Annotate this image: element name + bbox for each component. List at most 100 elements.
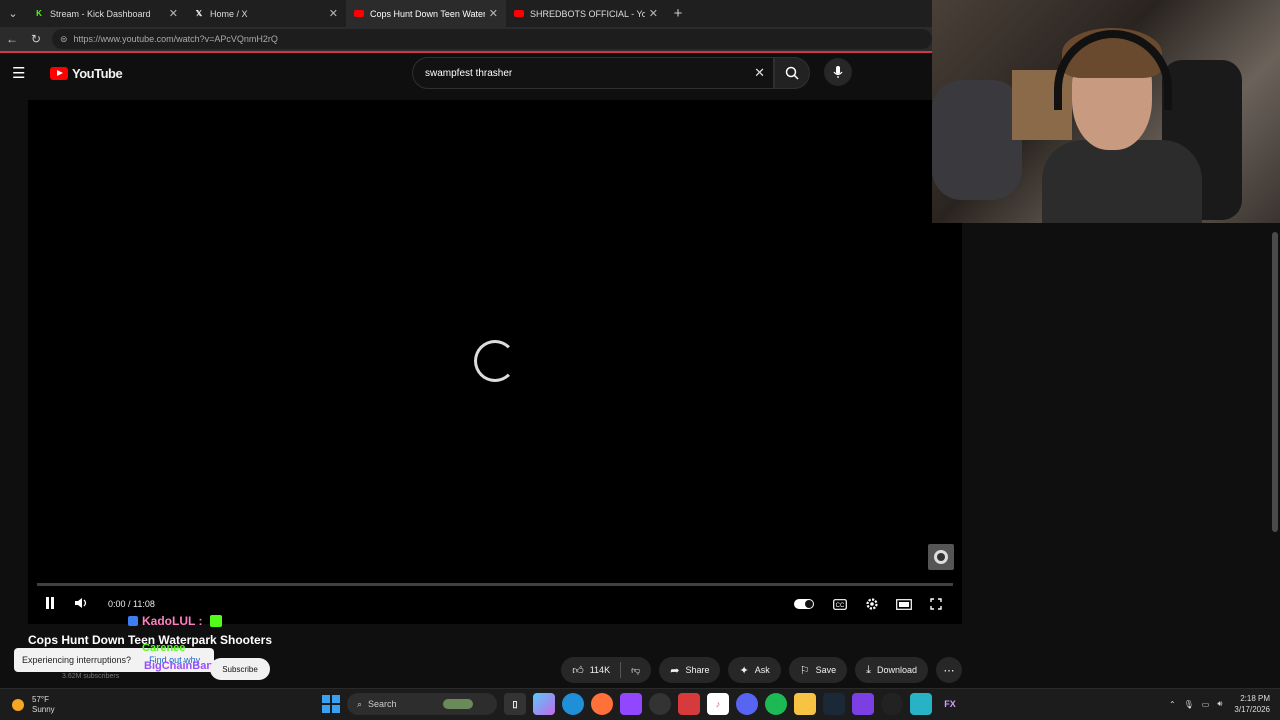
system-clock[interactable]: 2:18 PM 3/17/2026 — [1234, 693, 1270, 715]
tab-youtube-video[interactable]: Cops Hunt Down Teen Waterpark ✕ — [346, 0, 506, 27]
edge-browser-icon[interactable] — [562, 693, 584, 715]
settings-button[interactable] — [856, 597, 888, 611]
file-explorer-icon[interactable] — [794, 693, 816, 715]
close-icon[interactable]: ✕ — [329, 7, 338, 20]
tab-shredbots[interactable]: SHREDBOTS OFFICIAL - YouTube ✕ — [506, 0, 666, 27]
search-input[interactable]: swampfest thrasher ✕ — [412, 57, 774, 89]
close-icon[interactable]: ✕ — [169, 7, 178, 20]
tab-list-button[interactable]: ⌄ — [0, 0, 26, 27]
chat-username: Carenee — [142, 642, 186, 654]
youtube-play-icon — [50, 66, 68, 80]
pause-button[interactable] — [34, 596, 66, 612]
tab-title: Home / X — [210, 8, 248, 19]
subscribe-button[interactable]: Subscribe — [210, 658, 270, 680]
save-label: Save — [815, 665, 837, 675]
thumbs-down-icon[interactable]: 👎︎ — [631, 665, 640, 676]
weather-temp: 57°F — [32, 694, 49, 704]
kick-icon: K — [36, 9, 42, 18]
windows-start-icon[interactable] — [322, 695, 340, 713]
video-actions: 👍︎ 114K 👎︎ ➦ Share ✦ Ask ⚐ Save ⤓ Downlo… — [561, 657, 962, 683]
taskbar: 57°F Sunny ⌕ Search ▯ ♪ FX ⌃ 🎙︎ ▭ 🔊︎ 2:1… — [0, 688, 1280, 720]
search-icon: ⌕ — [357, 698, 363, 709]
microphone-icon[interactable]: 🎙︎ — [1184, 700, 1194, 709]
youtube-icon — [354, 10, 364, 17]
tab-kick-dashboard[interactable]: K Stream - Kick Dashboard ✕ — [26, 0, 186, 27]
audio-app-icon[interactable] — [881, 693, 903, 715]
streamer-shirt — [1042, 140, 1202, 223]
download-icon: ⤓ — [866, 663, 871, 676]
notice-text: Experiencing interruptions? — [22, 655, 132, 665]
webcam-background — [932, 80, 1022, 200]
scrollbar-thumb[interactable] — [1272, 232, 1278, 532]
spotify-icon[interactable] — [765, 693, 787, 715]
media-app-icon[interactable] — [678, 693, 700, 715]
close-icon[interactable]: ✕ — [489, 7, 498, 20]
page-scrollbar[interactable] — [1270, 224, 1280, 686]
video-player[interactable]: 0:00 / 11:08 CC — [28, 100, 962, 624]
autoplay-toggle[interactable] — [794, 599, 814, 609]
theater-mode-icon — [896, 598, 912, 610]
search-query: swampfest thrasher — [425, 67, 513, 79]
player-controls: 0:00 / 11:08 CC — [28, 592, 962, 616]
tab-x-home[interactable]: 𝕏 Home / X ✕ — [186, 0, 346, 27]
like-dislike-group: 👍︎ 114K 👎︎ — [561, 657, 652, 683]
steam-icon[interactable] — [823, 693, 845, 715]
url-text: https://www.youtube.com/watch?v=APcVQnmH… — [73, 34, 278, 44]
captions-icon: CC — [833, 598, 847, 610]
search-highlight-image — [442, 699, 473, 709]
microphone-icon — [833, 66, 843, 78]
download-button[interactable]: ⤓ Download — [855, 657, 928, 683]
save-button[interactable]: ⚐ Save — [788, 657, 848, 683]
task-view-icon[interactable]: ▯ — [504, 693, 526, 715]
download-label: Download — [876, 665, 917, 675]
clear-search-icon[interactable]: ✕ — [754, 65, 765, 81]
taskbar-search[interactable]: ⌕ Search — [347, 693, 497, 715]
mobile-sync-icon[interactable] — [910, 693, 932, 715]
back-arrow-icon[interactable]: ← — [0, 32, 24, 46]
chat-emote-icon — [210, 615, 223, 627]
progress-bar[interactable] — [37, 583, 953, 586]
url-field[interactable]: ⊜ https://www.youtube.com/watch?v=APcVQn… — [52, 29, 932, 49]
logo-text: YouTube — [72, 65, 123, 81]
volume-icon[interactable]: 🔊︎ — [1217, 699, 1222, 709]
share-button[interactable]: ➦ Share — [659, 657, 721, 683]
discord-icon[interactable] — [736, 693, 758, 715]
copilot-icon[interactable] — [533, 693, 555, 715]
chat-badge-icon — [128, 616, 138, 626]
twitch-icon[interactable] — [620, 693, 642, 715]
loading-spinner-icon — [474, 340, 516, 382]
captions-button[interactable]: CC — [824, 598, 856, 610]
hamburger-menu-icon[interactable]: ☰ — [12, 64, 42, 82]
share-icon: ➦ — [670, 664, 680, 677]
more-actions-icon[interactable]: ⋯ — [936, 657, 962, 683]
network-icon[interactable]: ▭ — [1202, 700, 1210, 709]
chat-username: KadoLUL : — [142, 614, 203, 628]
x-icon: 𝕏 — [195, 9, 203, 18]
gear-icon — [866, 598, 878, 610]
tab-title: Cops Hunt Down Teen Waterpark — [370, 8, 485, 19]
obs-icon[interactable] — [649, 693, 671, 715]
subscriber-count: 3.62M subscribers — [62, 673, 120, 680]
like-count[interactable]: 114K — [590, 665, 610, 675]
miniplayer-button[interactable] — [888, 598, 920, 610]
weather-widget[interactable]: 57°F Sunny — [12, 695, 55, 715]
thumbs-up-icon[interactable]: 👍︎ — [572, 664, 584, 677]
close-icon[interactable]: ✕ — [649, 7, 658, 20]
chevron-up-icon[interactable]: ⌃ — [1169, 700, 1176, 709]
new-tab-button[interactable]: + — [666, 5, 690, 22]
fullscreen-button[interactable] — [920, 598, 952, 610]
video-editor-icon[interactable] — [852, 693, 874, 715]
itunes-icon[interactable]: ♪ — [707, 693, 729, 715]
site-info-icon[interactable]: ⊜ — [60, 34, 68, 45]
youtube-header: ☰ YouTube swampfest thrasher ✕ — [0, 55, 932, 91]
sun-icon — [12, 698, 24, 711]
reload-icon[interactable]: ↻ — [24, 32, 48, 46]
youtube-logo[interactable]: YouTube — [50, 65, 123, 81]
firefox-icon[interactable] — [591, 693, 613, 715]
search-button[interactable] — [774, 57, 810, 89]
volume-button[interactable] — [66, 597, 98, 612]
fx-app-icon[interactable]: FX — [939, 693, 961, 715]
channel-watermark-icon[interactable] — [928, 544, 954, 570]
voice-search-button[interactable] — [824, 58, 852, 86]
ask-button[interactable]: ✦ Ask — [728, 657, 781, 683]
